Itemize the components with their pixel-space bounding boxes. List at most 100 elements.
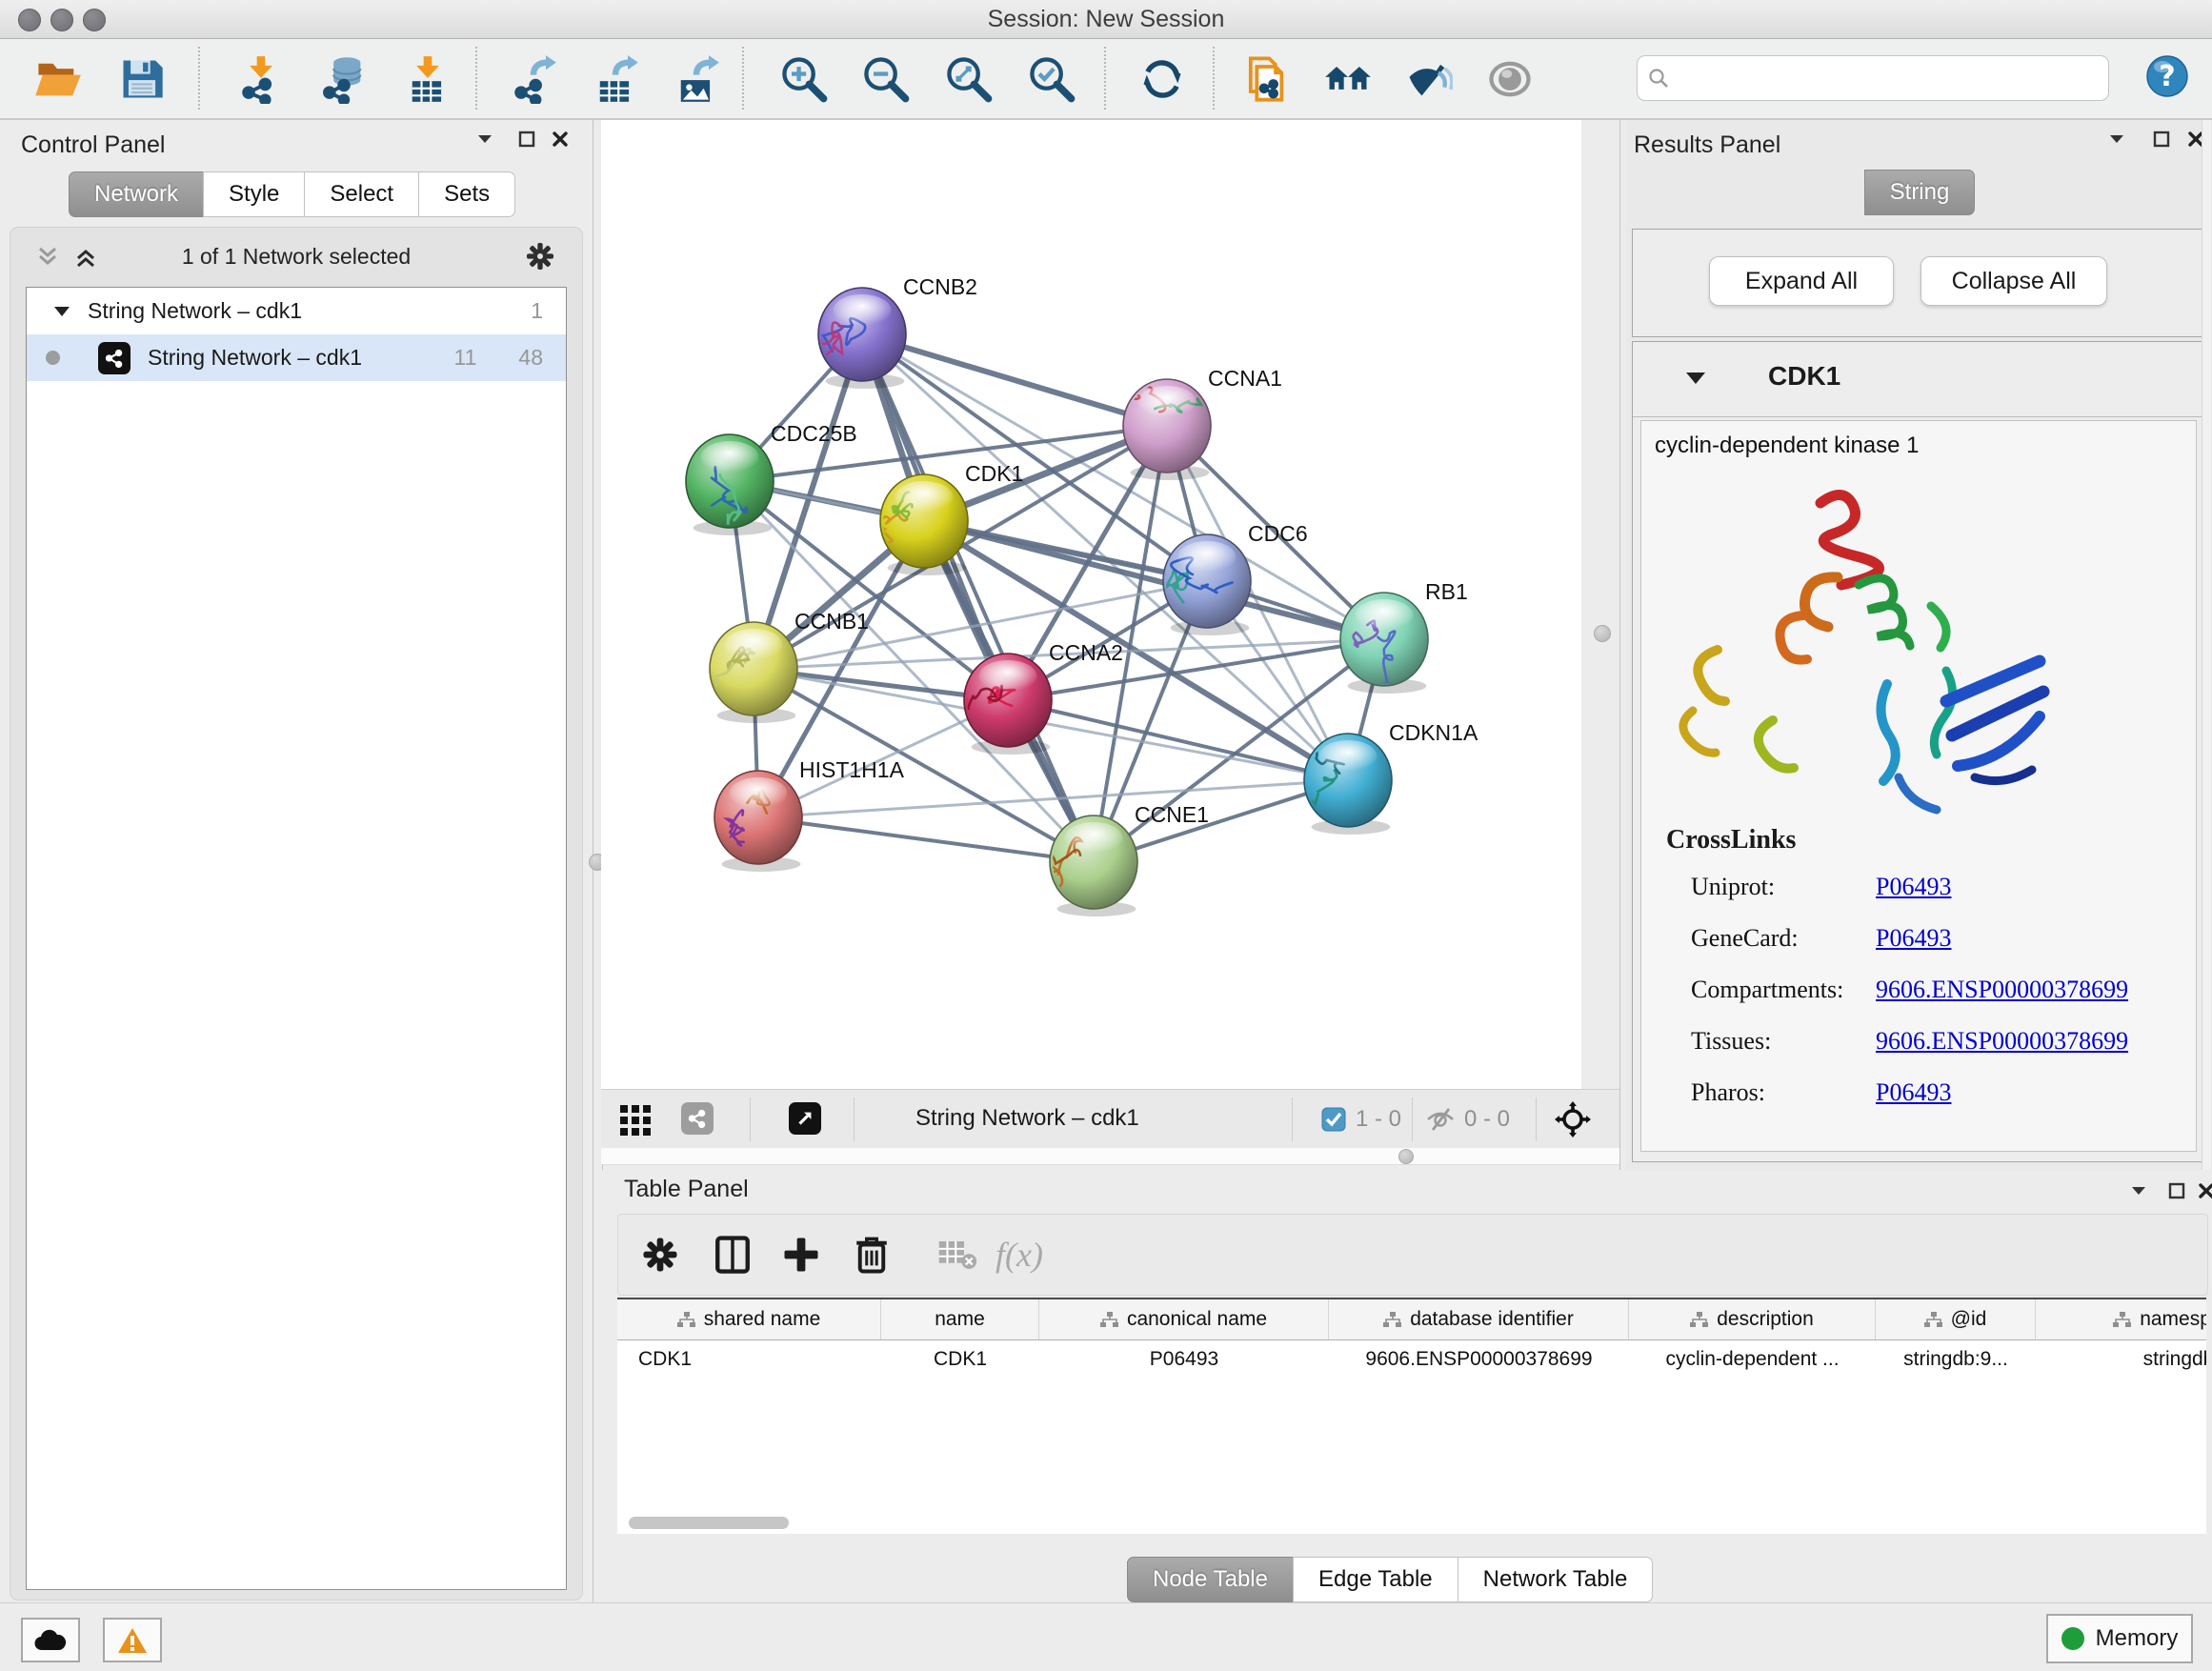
add-column-icon[interactable] <box>776 1230 826 1279</box>
export-network-icon[interactable] <box>506 51 561 107</box>
zoom-fit-icon[interactable] <box>941 51 996 107</box>
crosslink-row: Compartments:9606.ENSP00000378699 <box>1641 968 2196 1019</box>
import-network-file-icon[interactable] <box>233 51 289 107</box>
network-row-selected[interactable]: String Network – cdk1 11 48 <box>27 334 566 381</box>
show-hide-glasses-icon[interactable] <box>1400 51 1456 107</box>
collapse-all-button[interactable]: Collapse All <box>1920 256 2107 306</box>
column-header-database-identifier[interactable]: database identifier <box>1329 1299 1629 1339</box>
splitter-handle[interactable] <box>1398 1149 1414 1164</box>
crosslink-link[interactable]: P06493 <box>1876 1078 1951 1107</box>
collection-expander-icon[interactable] <box>53 305 70 318</box>
warnings-button[interactable] <box>103 1618 162 1662</box>
memory-button[interactable]: Memory <box>2046 1614 2193 1663</box>
grid-view-icon[interactable] <box>618 1103 653 1137</box>
delete-column-trash-icon[interactable] <box>847 1230 896 1279</box>
save-session-icon[interactable] <box>114 51 170 107</box>
show-columns-icon[interactable] <box>708 1230 757 1279</box>
birds-eye-view-icon[interactable] <box>789 1102 821 1135</box>
horizontal-scrollbar-thumb[interactable] <box>629 1517 789 1529</box>
open-session-icon[interactable] <box>30 51 86 107</box>
table-row[interactable]: CDK1CDK1P064939606.ENSP00000378699cyclin… <box>617 1340 2206 1379</box>
tab-select[interactable]: Select <box>304 171 419 217</box>
network-options-gear-icon[interactable] <box>525 241 555 272</box>
zoom-in-icon[interactable] <box>776 51 832 107</box>
node-table[interactable]: shared namenamecanonical namedatabase id… <box>617 1298 2206 1534</box>
tab-network[interactable]: Network <box>69 171 204 217</box>
float-panel-icon[interactable] <box>2152 130 2171 149</box>
network-collection-row[interactable]: String Network – cdk1 1 <box>27 288 566 334</box>
expand-all-button[interactable]: Expand All <box>1709 256 1894 306</box>
warning-icon <box>117 1627 148 1654</box>
network-node-CCNB2[interactable]: CCNB2 <box>817 274 977 389</box>
network-node-CDKN1A[interactable]: CDKN1A <box>1282 720 1478 835</box>
results-scrollbar[interactable] <box>2202 120 2211 1172</box>
zoom-selected-icon[interactable] <box>1024 51 1079 107</box>
tab-edge-table[interactable]: Edge Table <box>1293 1557 1458 1602</box>
network-node-CDK1[interactable]: CDK1 <box>875 461 1024 575</box>
pan-crosshair-icon[interactable] <box>1555 1101 1591 1137</box>
cloud-status-button[interactable] <box>21 1618 80 1662</box>
cloud-icon <box>34 1629 67 1652</box>
close-panel-icon[interactable] <box>2197 1181 2212 1200</box>
network-node-RB1[interactable]: RB1 <box>1340 579 1468 694</box>
column-header-description[interactable]: description <box>1629 1299 1876 1339</box>
control-panel: Control Panel NetworkStyleSelectSets 1 o… <box>0 120 593 1602</box>
sphere-icon[interactable] <box>1482 51 1538 107</box>
help-icon[interactable]: ? <box>2140 49 2195 104</box>
hidden-items-icon[interactable] <box>1425 1105 1456 1134</box>
copy-network-icon[interactable] <box>1237 51 1293 107</box>
protein-details: cyclin-dependent kinase 1 <box>1640 420 2197 1152</box>
search-input[interactable] <box>1679 58 2108 98</box>
network-node-CCNA1[interactable]: CCNA1 <box>1117 366 1282 480</box>
table-panel-title: Table Panel <box>624 1176 749 1203</box>
float-panel-icon[interactable] <box>2167 1181 2186 1200</box>
home-icon[interactable] <box>1320 51 1376 107</box>
splitter-handle[interactable] <box>1594 625 1611 642</box>
crosslink-label: Pharos: <box>1691 1078 1765 1107</box>
tab-string[interactable]: String <box>1864 170 1976 215</box>
crosslink-link[interactable]: 9606.ENSP00000378699 <box>1876 1027 2128 1056</box>
collapse-section-icon[interactable] <box>1685 371 1706 386</box>
panel-menu-icon[interactable] <box>2107 130 2126 149</box>
tab-network-table[interactable]: Network Table <box>1458 1557 1654 1602</box>
delete-table-icon[interactable] <box>933 1230 982 1279</box>
table-cell: 9606.ENSP00000378699 <box>1329 1348 1629 1371</box>
column-header-canonical-name[interactable]: canonical name <box>1039 1299 1329 1339</box>
network-share-icon[interactable] <box>681 1102 714 1135</box>
network-node-CCNE1[interactable]: CCNE1 <box>1016 802 1209 916</box>
function-builder-icon[interactable]: f(x) <box>982 1230 1056 1279</box>
panel-menu-icon[interactable] <box>475 130 494 149</box>
selected-checkbox-icon[interactable] <box>1321 1107 1346 1132</box>
column-header-namespace[interactable]: namespace <box>2036 1299 2206 1339</box>
toolbar-separator <box>475 47 477 110</box>
status-bar: Memory <box>0 1602 2212 1671</box>
tab-style[interactable]: Style <box>203 171 305 217</box>
float-panel-icon[interactable] <box>517 130 536 149</box>
refresh-icon[interactable] <box>1135 51 1190 107</box>
import-table-file-icon[interactable] <box>400 51 455 107</box>
close-panel-icon[interactable] <box>551 130 570 149</box>
column-header-shared-name[interactable]: shared name <box>617 1299 881 1339</box>
toolbar-separator <box>1412 1097 1413 1141</box>
column-header-name[interactable]: name <box>881 1299 1039 1339</box>
import-network-database-icon[interactable] <box>316 51 372 107</box>
zoom-out-icon[interactable] <box>858 51 914 107</box>
expand-collapse-frame: Expand All Collapse All <box>1632 229 2205 337</box>
protein-header[interactable]: CDK1 <box>1633 342 2204 417</box>
network-canvas[interactable]: CCNB2CCNA1CDC25BCDK1CDC6RB1CCNB1CCNA2CDK… <box>601 120 1581 1089</box>
export-image-icon[interactable] <box>669 51 724 107</box>
column-header-@id[interactable]: @id <box>1876 1299 2036 1339</box>
network-node-CDC25B[interactable]: CDC25B <box>686 421 857 535</box>
table-cell: P06493 <box>1039 1348 1329 1371</box>
tab-sets[interactable]: Sets <box>418 171 515 217</box>
crosslink-link[interactable]: P06493 <box>1876 924 1951 953</box>
crosslink-link[interactable]: 9606.ENSP00000378699 <box>1876 976 2128 1004</box>
tab-node-table[interactable]: Node Table <box>1127 1557 1294 1602</box>
horizontal-splitter[interactable] <box>601 1148 1621 1165</box>
table-options-gear-icon[interactable] <box>635 1230 685 1279</box>
network-node-CDC6[interactable]: CDC6 <box>1163 521 1308 635</box>
export-table-icon[interactable] <box>588 51 643 107</box>
cytoscape-window: Session: New Session <box>0 0 2212 1671</box>
crosslink-link[interactable]: P06493 <box>1876 873 1951 901</box>
panel-menu-icon[interactable] <box>2129 1181 2148 1200</box>
